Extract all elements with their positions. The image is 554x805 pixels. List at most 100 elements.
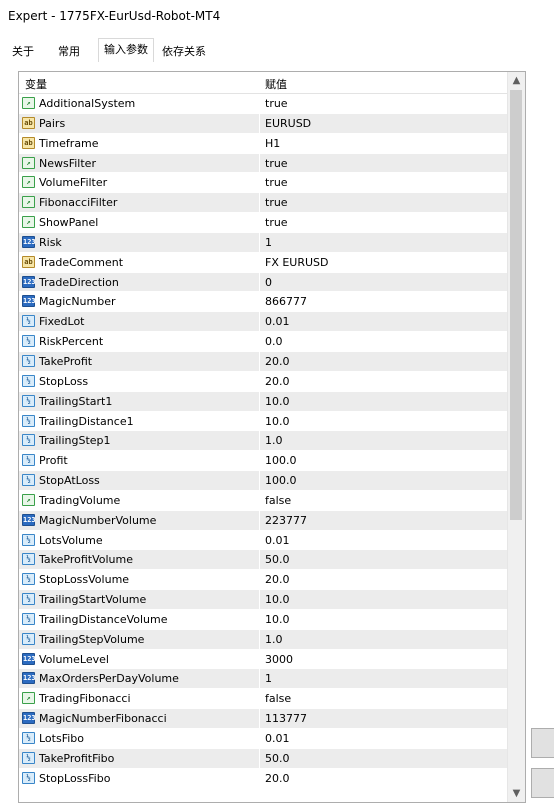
- parameter-value[interactable]: 10.0: [265, 613, 290, 626]
- parameter-row[interactable]: 123 MagicNumberVolume 223777: [19, 510, 507, 531]
- parameter-value[interactable]: true: [265, 176, 288, 189]
- tab-common[interactable]: 常用: [52, 41, 86, 62]
- parameter-row[interactable]: ½ TrailingStepVolume 1.0: [19, 629, 507, 650]
- parameter-row[interactable]: ↗ VolumeFilter true: [19, 173, 507, 194]
- parameter-row[interactable]: 123 MagicNumberFibonacci 113777: [19, 709, 507, 729]
- parameter-value[interactable]: true: [265, 216, 288, 229]
- parameter-row[interactable]: ↗ AdditionalSystem true: [19, 94, 507, 114]
- parameter-value[interactable]: 1.0: [265, 434, 283, 447]
- scroll-thumb[interactable]: [510, 90, 522, 520]
- dbl-type-icon: ½: [22, 394, 35, 407]
- parameter-row[interactable]: ½ RiskPercent 0.0: [19, 332, 507, 352]
- parameter-value[interactable]: 866777: [265, 295, 307, 308]
- parameter-row[interactable]: 123 TradeDirection 0: [19, 272, 507, 293]
- parameter-row[interactable]: 123 VolumeLevel 3000: [19, 649, 507, 670]
- parameter-row[interactable]: ½ StopLossFibo 20.0: [19, 768, 507, 789]
- parameter-value[interactable]: 20.0: [265, 375, 290, 388]
- parameter-name: TrailingStep1: [39, 434, 111, 448]
- parameter-row[interactable]: ½ TrailingDistanceVolume 10.0: [19, 609, 507, 630]
- parameter-value[interactable]: 1: [265, 236, 272, 249]
- parameter-value[interactable]: 10.0: [265, 395, 290, 408]
- parameter-name: TrailingDistance1: [39, 414, 134, 428]
- parameter-value[interactable]: true: [265, 97, 288, 110]
- tab-inputs[interactable]: 输入参数: [98, 38, 154, 64]
- str-type-icon: ab: [22, 136, 35, 149]
- parameter-row[interactable]: 123 Risk 1: [19, 232, 507, 253]
- parameter-row[interactable]: 123 MaxOrdersPerDayVolume 1: [19, 669, 507, 690]
- parameter-row[interactable]: ↗ FibonacciFilter true: [19, 193, 507, 214]
- parameter-name: MagicNumberFibonacci: [39, 712, 167, 726]
- vertical-scrollbar[interactable]: ▲ ▼: [507, 72, 525, 802]
- parameter-name: TrailingStart1: [39, 394, 113, 408]
- parameter-row[interactable]: ½ StopLossVolume 20.0: [19, 570, 507, 591]
- parameter-value[interactable]: 223777: [265, 514, 307, 527]
- dbl-type-icon: ½: [22, 434, 35, 447]
- parameter-value[interactable]: 0.01: [265, 315, 290, 328]
- parameter-value[interactable]: 10.0: [265, 593, 290, 606]
- int-type-icon: 123: [22, 513, 36, 526]
- parameter-name: TakeProfit: [39, 354, 93, 368]
- parameter-row[interactable]: ½ LotsVolume 0.01: [19, 530, 507, 551]
- parameter-value[interactable]: H1: [265, 137, 280, 150]
- parameter-row[interactable]: ↗ TradingVolume false: [19, 490, 507, 511]
- scroll-down-button[interactable]: ▼: [508, 785, 525, 802]
- parameter-row[interactable]: ↗ TradingFibonacci false: [19, 689, 507, 710]
- parameter-row[interactable]: ½ StopLoss 20.0: [19, 371, 507, 392]
- parameter-name: TrailingDistanceVolume: [39, 612, 168, 626]
- parameter-row[interactable]: ab Timeframe H1: [19, 133, 507, 154]
- parameter-value[interactable]: 3000: [265, 653, 293, 666]
- parameters-grid: 变量 赋值 ↗ AdditionalSystem true ab Pairs EURUSD…: [18, 71, 526, 803]
- tab-about[interactable]: 关于: [6, 41, 40, 62]
- column-header-variable[interactable]: 变量: [25, 76, 47, 92]
- parameter-value[interactable]: 113777: [265, 712, 307, 725]
- parameter-value[interactable]: false: [265, 494, 291, 507]
- column-divider: [259, 391, 260, 411]
- parameter-row[interactable]: ½ TakeProfitFibo 50.0: [19, 748, 507, 769]
- parameter-value[interactable]: 20.0: [265, 573, 290, 586]
- parameter-value[interactable]: 0.01: [265, 732, 290, 745]
- parameter-row[interactable]: ½ TrailingDistance1 10.0: [19, 411, 507, 432]
- bool-type-icon: ↗: [22, 156, 35, 169]
- parameter-value[interactable]: 100.0: [265, 474, 297, 487]
- parameter-row[interactable]: ½ StopAtLoss 100.0: [19, 471, 507, 491]
- parameter-row[interactable]: ½ TakeProfit 20.0: [19, 351, 507, 372]
- tab-dependencies[interactable]: 依存关系: [156, 41, 212, 62]
- parameter-value[interactable]: false: [265, 692, 291, 705]
- parameter-row[interactable]: ½ LotsFibo 0.01: [19, 729, 507, 749]
- column-divider: [259, 530, 260, 550]
- column-divider: [259, 351, 260, 371]
- parameter-value[interactable]: 0: [265, 276, 272, 289]
- parameter-row[interactable]: ab TradeComment FX EURUSD: [19, 252, 507, 273]
- parameter-value[interactable]: 20.0: [265, 772, 290, 785]
- dbl-type-icon: ½: [22, 771, 35, 784]
- side-button-1[interactable]: [531, 728, 554, 758]
- parameter-value[interactable]: true: [265, 157, 288, 170]
- parameter-row[interactable]: ½ TakeProfitVolume 50.0: [19, 550, 507, 571]
- parameter-value[interactable]: 1: [265, 672, 272, 685]
- parameter-value[interactable]: 0.01: [265, 534, 290, 547]
- parameter-row[interactable]: ½ FixedLot 0.01: [19, 312, 507, 333]
- parameter-row[interactable]: ½ TrailingStart1 10.0: [19, 391, 507, 412]
- scroll-up-button[interactable]: ▲: [508, 72, 525, 89]
- parameter-value[interactable]: 50.0: [265, 553, 290, 566]
- parameter-row[interactable]: ↗ NewsFilter true: [19, 153, 507, 174]
- parameter-row[interactable]: ½ TrailingStartVolume 10.0: [19, 590, 507, 610]
- parameter-row[interactable]: ↗ ShowPanel true: [19, 213, 507, 233]
- parameter-name: TradeComment: [39, 255, 124, 269]
- parameter-row[interactable]: ½ Profit 100.0: [19, 451, 507, 472]
- parameter-row[interactable]: ½ TrailingStep1 1.0: [19, 431, 507, 452]
- parameter-value[interactable]: 0.0: [265, 335, 283, 348]
- parameter-row[interactable]: 123 MagicNumber 866777: [19, 292, 507, 313]
- parameter-row[interactable]: ab Pairs EURUSD: [19, 113, 507, 134]
- parameter-value[interactable]: EURUSD: [265, 117, 311, 130]
- column-header-value[interactable]: 赋值: [265, 76, 287, 92]
- parameter-value[interactable]: 1.0: [265, 633, 283, 646]
- column-divider: [259, 94, 260, 113]
- parameter-value[interactable]: 50.0: [265, 752, 290, 765]
- parameter-value[interactable]: 20.0: [265, 355, 290, 368]
- parameter-value[interactable]: true: [265, 196, 288, 209]
- parameter-value[interactable]: FX EURUSD: [265, 256, 329, 269]
- parameter-value[interactable]: 100.0: [265, 454, 297, 467]
- parameter-value[interactable]: 10.0: [265, 415, 290, 428]
- side-button-2[interactable]: [531, 768, 554, 798]
